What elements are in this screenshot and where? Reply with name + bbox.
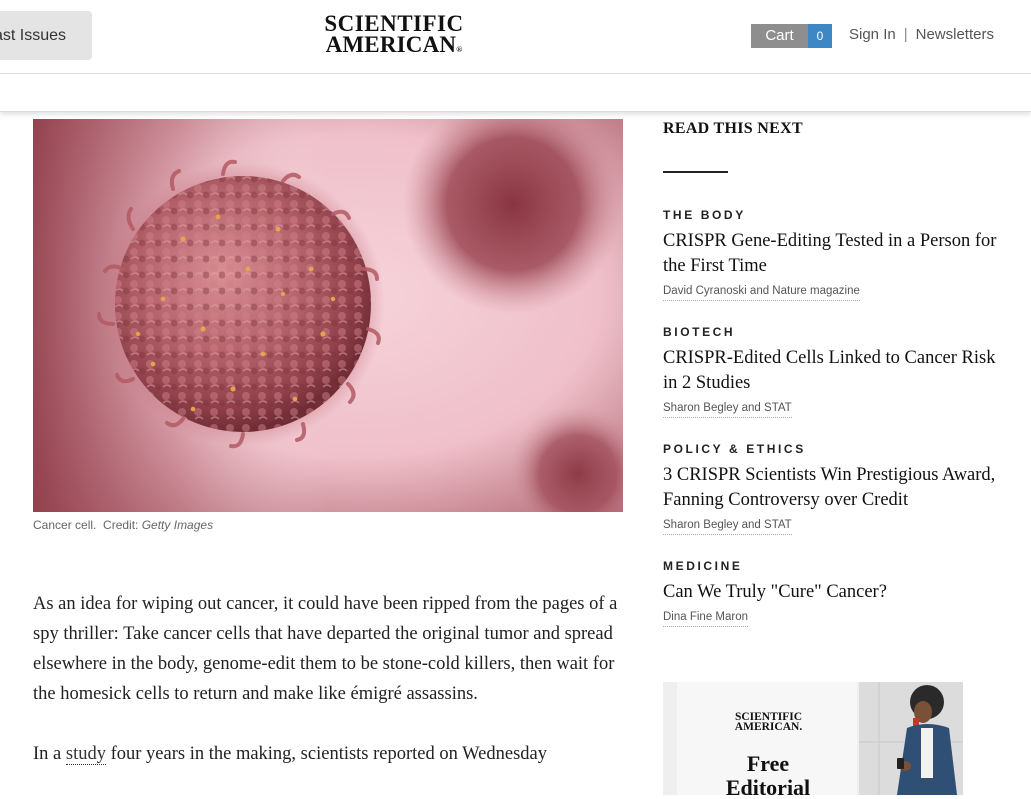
paragraph-text: four years in the making, scientists rep… xyxy=(110,744,547,764)
ad-headline: Free Editorial xyxy=(703,751,833,796)
logo-line-2: AMERICAN® xyxy=(318,32,470,60)
related-article-author[interactable]: Sharon Begley and STAT xyxy=(663,519,792,535)
article-paragraph: In a study four years in the making, sci… xyxy=(33,739,623,769)
related-article-author[interactable]: Dina Fine Maron xyxy=(663,611,749,627)
past-issues-button[interactable]: Past Issues xyxy=(0,11,92,60)
caption-credit-label: Credit: xyxy=(103,518,139,532)
hero-image-cancer-cell xyxy=(33,119,623,512)
paragraph-text: In a xyxy=(33,744,62,764)
logo-line-1: SCIENTIFIC xyxy=(324,11,464,36)
article-paragraph: As an idea for wiping out cancer, it cou… xyxy=(33,594,618,704)
ad-photo-man-with-phone xyxy=(859,682,963,795)
related-article-author[interactable]: Sharon Begley and STAT xyxy=(663,402,792,418)
sub-navigation-bar xyxy=(0,74,1031,112)
article-body: As an idea for wiping out cancer, it cou… xyxy=(33,589,623,799)
subscription-advertisement[interactable]: SCIENTIFIC AMERICAN. Free Editorial xyxy=(663,682,963,795)
logo-line-2-text: AMERICAN xyxy=(325,32,457,57)
ad-headline-line-2: Editorial xyxy=(725,775,811,796)
related-article-title[interactable]: Can We Truly "Cure" Cancer? xyxy=(663,580,1008,605)
cart-label: Cart xyxy=(751,24,808,48)
related-article[interactable]: THE BODY CRISPR Gene-Editing Tested in a… xyxy=(663,208,1008,301)
related-article-title[interactable]: CRISPR-Edited Cells Linked to Cancer Ris… xyxy=(663,346,1008,396)
image-caption: Cancer cell. Credit: Getty Images xyxy=(33,518,213,532)
sign-in-link[interactable]: Sign In xyxy=(849,26,896,43)
caption-text: Cancer cell. xyxy=(33,518,97,532)
caption-credit: Getty Images xyxy=(141,518,214,532)
related-article[interactable]: POLICY & ETHICS 3 CRISPR Scientists Win … xyxy=(663,442,1008,535)
site-header: Past Issues SCIENTIFIC AMERICAN® Cart 0 … xyxy=(0,0,1031,74)
cart-button[interactable]: Cart 0 xyxy=(751,24,832,48)
account-links: Sign In | Newsletters xyxy=(849,24,994,48)
related-article-author[interactable]: David Cyranoski and Nature magazine xyxy=(663,285,860,301)
related-article-category[interactable]: BIOTECH xyxy=(663,325,1008,339)
related-article[interactable]: MEDICINE Can We Truly "Cure" Cancer? Din… xyxy=(663,559,1008,627)
related-article-title[interactable]: CRISPR Gene-Editing Tested in a Person f… xyxy=(663,229,1008,279)
cancer-cell-illustration xyxy=(33,119,623,512)
site-logo[interactable]: SCIENTIFIC AMERICAN® xyxy=(318,11,470,60)
read-this-next-heading: READ THIS NEXT xyxy=(663,120,803,137)
ad-logo-line-2: AMERICAN. xyxy=(734,721,803,733)
person-illustration xyxy=(859,682,963,795)
related-article-category[interactable]: THE BODY xyxy=(663,208,1008,222)
study-link[interactable]: study xyxy=(65,744,106,765)
related-article[interactable]: BIOTECH CRISPR-Edited Cells Linked to Ca… xyxy=(663,325,1008,418)
link-separator: | xyxy=(903,26,908,43)
ad-headline-line-1: Free xyxy=(746,751,790,776)
related-article-category[interactable]: MEDICINE xyxy=(663,559,1008,573)
related-article-title[interactable]: 3 CRISPR Scientists Win Prestigious Awar… xyxy=(663,463,1008,513)
logo-registered-mark: ® xyxy=(456,45,463,54)
cart-count-badge: 0 xyxy=(808,24,832,48)
related-article-category[interactable]: POLICY & ETHICS xyxy=(663,442,1008,456)
ad-logo: SCIENTIFIC AMERICAN. xyxy=(721,711,816,733)
newsletters-link[interactable]: Newsletters xyxy=(916,26,994,43)
heading-underline xyxy=(663,171,728,173)
